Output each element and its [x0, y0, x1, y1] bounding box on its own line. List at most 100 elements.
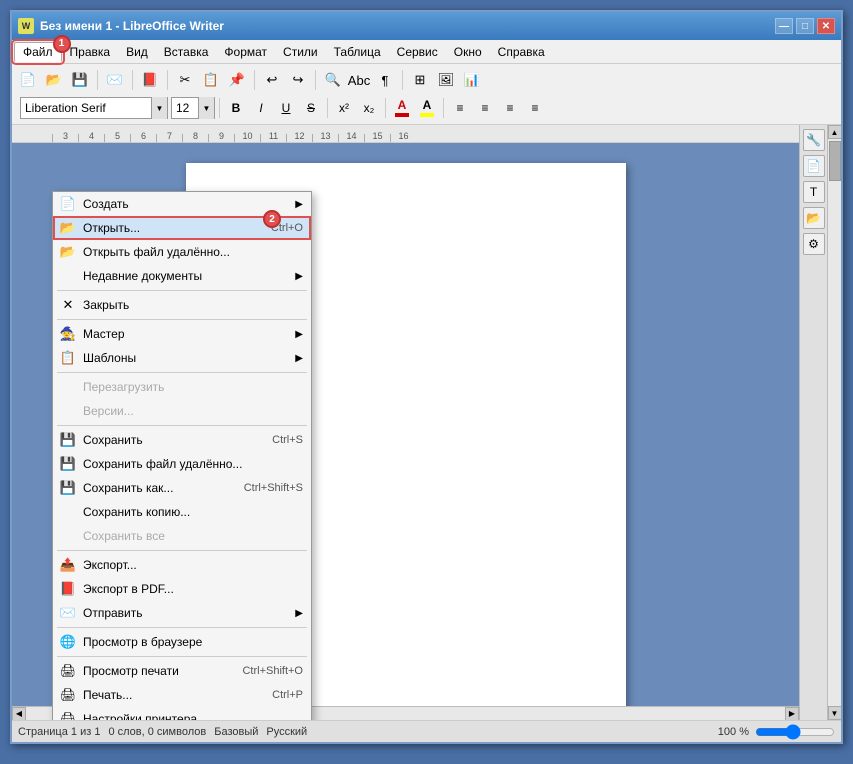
pdf-button[interactable]: 📕 — [138, 68, 162, 92]
export-icon: 📤 — [57, 554, 79, 576]
menu-print-preview[interactable]: 🖨 Просмотр печати Ctrl+Shift+O — [53, 659, 311, 683]
sep1 — [57, 290, 307, 291]
sidebar-btn-wrench[interactable]: 🔧 — [803, 129, 825, 151]
scroll-right-arrow[interactable]: ▶ — [785, 707, 799, 721]
format-separator-2 — [327, 98, 328, 118]
menu-item-file[interactable]: Файл 1 — [14, 42, 62, 62]
menu-item-format[interactable]: Формат — [216, 43, 275, 61]
menu-bar: Файл 1 Правка Вид Вставка Формат Стили Т… — [12, 40, 841, 64]
redo-button[interactable]: ↪ — [286, 68, 310, 92]
find-button[interactable]: 🔍 — [321, 68, 345, 92]
menu-save-remote[interactable]: 💾 Сохранить файл удалённо... — [53, 452, 311, 476]
menu-send[interactable]: ✉️ Отправить ▶ — [53, 601, 311, 625]
create-icon: 📄 — [57, 193, 79, 215]
menu-item-insert[interactable]: Вставка — [156, 43, 217, 61]
file-dropdown-menu: 📄 Создать ▶ 📂 Открыть... Ctrl+O 2 📂 Откр… — [52, 191, 312, 720]
cut-button[interactable]: ✂ — [173, 68, 197, 92]
menu-reload[interactable]: Перезагрузить — [53, 375, 311, 399]
print-preview-icon: 🖨 — [57, 660, 79, 682]
save-remote-icon: 💾 — [57, 453, 79, 475]
toolbar-row-1: 📄 📂 💾 ✉️ 📕 ✂ 📋 📌 ↩ ↪ 🔍 Abc ¶ ⊞ — [16, 66, 837, 94]
sidebar-btn-file[interactable]: 📄 — [803, 155, 825, 177]
paste-button[interactable]: 📌 — [225, 68, 249, 92]
sep4 — [57, 425, 307, 426]
menu-save[interactable]: 💾 Сохранить Ctrl+S — [53, 428, 311, 452]
auto-spell-button[interactable]: ¶ — [373, 68, 397, 92]
save-as-icon: 💾 — [57, 477, 79, 499]
words-info: 0 слов, 0 символов — [108, 726, 206, 738]
zoom-slider[interactable] — [755, 724, 835, 740]
align-justify-button[interactable]: ≡ — [523, 97, 547, 119]
menu-export[interactable]: 📤 Экспорт... — [53, 553, 311, 577]
menu-open-remote[interactable]: 📂 Открыть файл удалённо... — [53, 240, 311, 264]
page-info: Страница 1 из 1 — [18, 726, 100, 738]
maximize-button[interactable]: □ — [796, 18, 814, 34]
style-info: Базовый — [214, 726, 258, 738]
menu-print[interactable]: 🖨 Печать... Ctrl+P — [53, 683, 311, 707]
font-name-arrow[interactable]: ▼ — [151, 97, 167, 119]
print-icon: 🖨 — [57, 684, 79, 706]
open-remote-icon: 📂 — [57, 241, 79, 263]
menu-save-as[interactable]: 💾 Сохранить как... Ctrl+Shift+S — [53, 476, 311, 500]
sidebar-btn-settings[interactable]: ⚙ — [803, 233, 825, 255]
italic-button[interactable]: I — [249, 97, 273, 119]
align-center-button[interactable]: ≡ — [473, 97, 497, 119]
menu-item-styles[interactable]: Стили — [275, 43, 326, 61]
menu-export-pdf[interactable]: 📕 Экспорт в PDF... — [53, 577, 311, 601]
sidebar-btn-folder[interactable]: 📂 — [803, 207, 825, 229]
spell-button[interactable]: Abc — [347, 68, 371, 92]
open-button[interactable]: 📂 — [42, 68, 66, 92]
image-button[interactable]: 🖼 — [434, 68, 458, 92]
copy-button[interactable]: 📋 — [199, 68, 223, 92]
menu-browser-preview[interactable]: 🌐 Просмотр в браузере — [53, 630, 311, 654]
scroll-left-arrow[interactable]: ◀ — [12, 707, 26, 721]
menu-item-view[interactable]: Вид — [118, 43, 156, 61]
scroll-down-arrow[interactable]: ▼ — [828, 706, 842, 720]
menu-save-copy[interactable]: Сохранить копию... — [53, 500, 311, 524]
email-button[interactable]: ✉️ — [103, 68, 127, 92]
v-scroll-track — [828, 139, 841, 706]
strikethrough-button[interactable]: S — [299, 97, 323, 119]
chart-button[interactable]: 📊 — [460, 68, 484, 92]
minimize-button[interactable]: — — [775, 18, 793, 34]
align-left-button[interactable]: ≡ — [448, 97, 472, 119]
highlight-button[interactable]: A — [415, 97, 439, 119]
menu-open[interactable]: 📂 Открыть... Ctrl+O 2 — [53, 216, 311, 240]
close-button[interactable]: ✕ — [817, 18, 835, 34]
menu-item-table[interactable]: Таблица — [326, 43, 389, 61]
sidebar-btn-text[interactable]: T — [803, 181, 825, 203]
bold-button[interactable]: B — [224, 97, 248, 119]
file-menu-badge: 1 — [53, 35, 71, 53]
menu-item-window[interactable]: Окно — [446, 43, 490, 61]
font-color-button[interactable]: A — [390, 97, 414, 119]
underline-button[interactable]: U — [274, 97, 298, 119]
sep3 — [57, 372, 307, 373]
menu-close[interactable]: ✕ Закрыть — [53, 293, 311, 317]
menu-wizard[interactable]: 🧙 Мастер ▶ — [53, 322, 311, 346]
format-toolbar: Liberation Serif ▼ 12 ▼ B I U S x² x₂ — [16, 94, 837, 122]
menu-templates[interactable]: 📋 Шаблоны ▶ — [53, 346, 311, 370]
table-button[interactable]: ⊞ — [408, 68, 432, 92]
save-button[interactable]: 💾 — [68, 68, 92, 92]
menu-item-tools[interactable]: Сервис — [389, 43, 446, 61]
menu-printer-settings[interactable]: 🖨 Настройки принтера... — [53, 707, 311, 720]
scroll-up-arrow[interactable]: ▲ — [828, 125, 842, 139]
menu-recent[interactable]: Недавние документы ▶ — [53, 264, 311, 288]
format-separator-4 — [443, 98, 444, 118]
font-name-display: Liberation Serif — [21, 101, 151, 115]
align-right-button[interactable]: ≡ — [498, 97, 522, 119]
undo-button[interactable]: ↩ — [260, 68, 284, 92]
wizard-icon: 🧙 — [57, 323, 79, 345]
language-info: Русский — [266, 726, 307, 738]
v-scroll-thumb[interactable] — [829, 141, 841, 181]
toolbar-separator-4 — [254, 70, 255, 90]
subscript-button[interactable]: x₂ — [357, 97, 381, 119]
new-doc-button[interactable]: 📄 — [16, 68, 40, 92]
menu-item-help[interactable]: Справка — [490, 43, 553, 61]
font-size-arrow[interactable]: ▼ — [198, 97, 214, 119]
zoom-level: 100 % — [718, 726, 749, 738]
superscript-button[interactable]: x² — [332, 97, 356, 119]
menu-versions[interactable]: Версии... — [53, 399, 311, 423]
menu-save-all[interactable]: Сохранить все — [53, 524, 311, 548]
sep7 — [57, 656, 307, 657]
